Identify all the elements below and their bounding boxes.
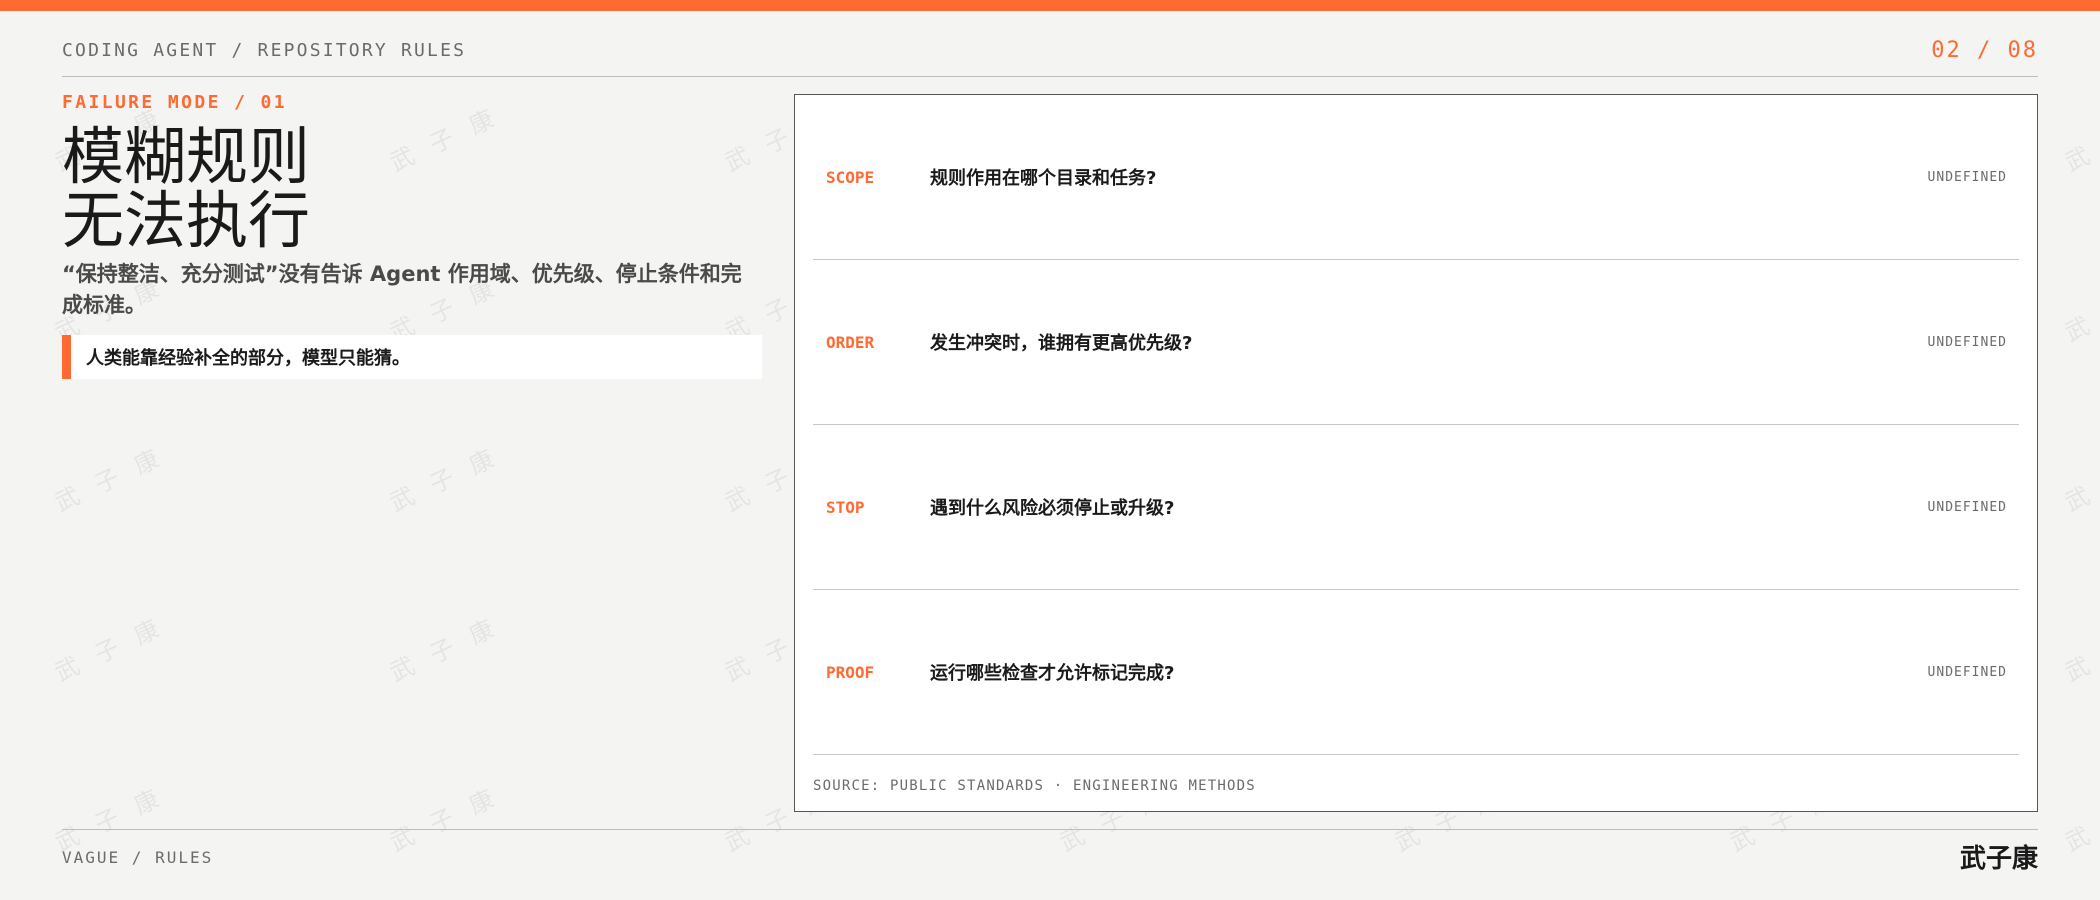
brand-signature: 武子康 — [1959, 844, 2038, 874]
status-label: UNDEFINED — [1927, 499, 2007, 515]
section-kicker: FAILURE MODE / 01 — [62, 92, 288, 113]
status-label: UNDEFINED — [1927, 664, 2007, 680]
footer-divider — [62, 829, 2038, 830]
page-title: 模糊规则 无法执行 — [62, 125, 762, 253]
title-line-1: 模糊规则 — [62, 120, 311, 193]
row-question: 遇到什么风险必须停止或升级? — [930, 498, 1175, 519]
callout-text: 人类能靠经验补全的部分，模型只能猜。 — [86, 348, 410, 369]
watermark-text: 武 子 康 — [50, 612, 169, 688]
row-tag: STOP — [826, 497, 865, 517]
description: “保持整洁、充分测试”没有告诉 Agent 作用域、优先级、停止条件和完成标准。 — [62, 262, 742, 317]
top-accent-bar — [0, 0, 2100, 11]
header-divider — [62, 76, 2038, 77]
watermark-text: 武 子 康 — [385, 442, 504, 518]
watermark-text: 武 子 康 — [385, 782, 504, 858]
title-line-2: 无法执行 — [62, 184, 311, 257]
row-tag: SCOPE — [826, 167, 875, 187]
question-row-order: ORDER 发生冲突时，谁拥有更高优先级? UNDEFINED — [813, 260, 2019, 425]
row-question: 规则作用在哪个目录和任务? — [930, 168, 1157, 189]
question-row-proof: PROOF 运行哪些检查才允许标记完成? UNDEFINED — [813, 590, 2019, 755]
status-label: UNDEFINED — [1927, 334, 2007, 350]
row-tag: ORDER — [826, 332, 875, 352]
status-label: UNDEFINED — [1927, 169, 2007, 185]
row-tag: PROOF — [826, 662, 875, 682]
watermark-text: 武 子 康 — [50, 442, 169, 518]
watermark-text: 武 子 康 — [2060, 782, 2100, 858]
watermark-text: 武 子 康 — [385, 612, 504, 688]
questions-panel: SCOPE 规则作用在哪个目录和任务? UNDEFINED ORDER 发生冲突… — [794, 94, 2038, 812]
watermark-text: 武 子 康 — [50, 782, 169, 858]
source-note: SOURCE: PUBLIC STANDARDS · ENGINEERING M… — [813, 778, 1256, 794]
row-question: 运行哪些检查才允许标记完成? — [930, 663, 1175, 684]
page-indicator: 02 / 08 — [1931, 38, 2038, 63]
intro-section: FAILURE MODE / 01 模糊规则 无法执行 “保持整洁、充分测试”没… — [62, 90, 762, 379]
callout-box: 人类能靠经验补全的部分，模型只能猜。 — [62, 335, 762, 379]
row-question: 发生冲突时，谁拥有更高优先级? — [930, 333, 1193, 354]
watermark-text: 武 子 康 — [2060, 612, 2100, 688]
watermark-text: 武 子 康 — [2060, 272, 2100, 348]
question-list: SCOPE 规则作用在哪个目录和任务? UNDEFINED ORDER 发生冲突… — [813, 95, 2019, 755]
question-row-scope: SCOPE 规则作用在哪个目录和任务? UNDEFINED — [813, 95, 2019, 260]
watermark-text: 武 子 康 — [2060, 442, 2100, 518]
watermark-text: 武 子 康 — [2060, 102, 2100, 178]
question-row-stop: STOP 遇到什么风险必须停止或升级? UNDEFINED — [813, 425, 2019, 590]
breadcrumb: CODING AGENT / REPOSITORY RULES — [62, 40, 467, 61]
footer-label: VAGUE / RULES — [62, 848, 214, 867]
